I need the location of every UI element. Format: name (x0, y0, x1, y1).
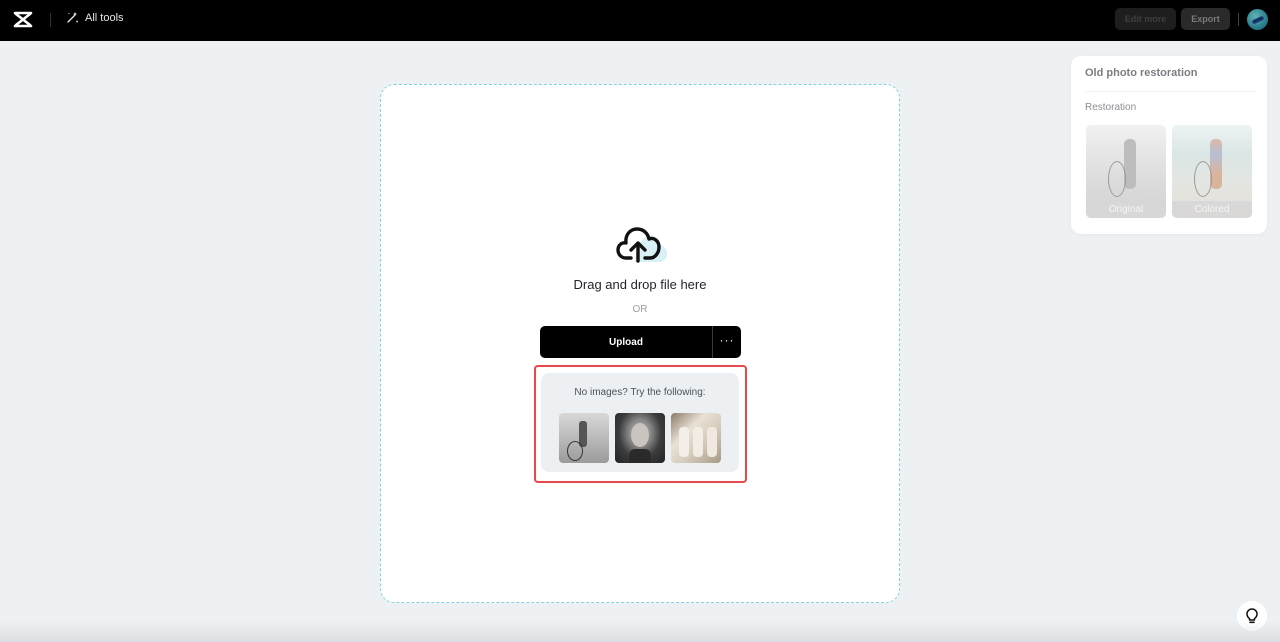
panel-title: Old photo restoration (1085, 67, 1198, 79)
upload-button[interactable]: Upload (540, 326, 712, 358)
drag-drop-text: Drag and drop file here (573, 277, 707, 292)
all-tools-button[interactable]: All tools (66, 11, 124, 24)
more-options-button[interactable]: ··· (713, 326, 741, 358)
top-bar: All tools Edit more Export (0, 0, 1280, 41)
export-button[interactable]: Export (1181, 8, 1230, 30)
sample-images-panel: No images? Try the following: (541, 373, 739, 472)
thumbnail-label: Colored (1172, 201, 1252, 218)
upload-button-group: Upload ··· (540, 326, 741, 358)
capcut-logo-icon[interactable] (13, 11, 33, 28)
original-thumbnail[interactable]: Original (1086, 125, 1166, 218)
user-avatar[interactable] (1247, 9, 1268, 30)
edit-more-button[interactable]: Edit more (1115, 8, 1176, 30)
upload-dropzone[interactable]: Drag and drop file here OR Upload ··· No… (380, 84, 900, 603)
sample-group-women[interactable] (671, 413, 721, 463)
old-photo-restoration-panel: Old photo restoration Restoration Origin… (1071, 56, 1267, 234)
samples-highlight-frame: No images? Try the following: (534, 365, 747, 483)
topbar-divider (1238, 13, 1239, 26)
panel-divider (1085, 91, 1255, 92)
sample-girl-with-hoop[interactable] (559, 413, 609, 463)
bottom-shadow (0, 622, 1280, 642)
photo-hoop (1108, 161, 1126, 197)
panel-subtitle: Restoration (1085, 102, 1137, 113)
all-tools-label: All tools (85, 11, 124, 24)
samples-title: No images? Try the following: (574, 387, 706, 398)
thumbnail-label: Original (1086, 201, 1166, 218)
cloud-upload-icon (616, 227, 668, 263)
topbar-divider (50, 13, 51, 27)
or-separator: OR (632, 304, 648, 315)
magic-wand-icon (67, 12, 78, 23)
sample-girl-portrait[interactable] (615, 413, 665, 463)
colored-thumbnail[interactable]: Colored (1172, 125, 1252, 218)
photo-hoop (1194, 161, 1212, 197)
